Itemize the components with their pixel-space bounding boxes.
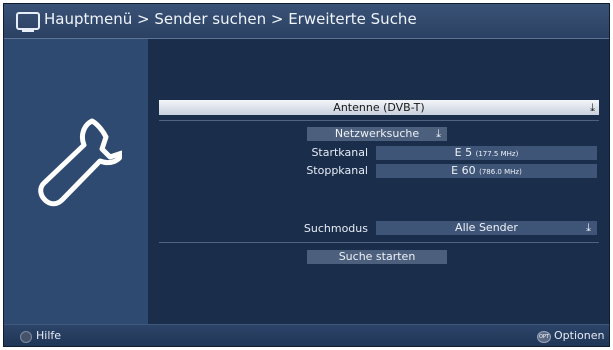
tv-screen: Hauptmenü > Sender suchen > Erweiterte S…: [3, 3, 610, 347]
start-channel-label: Startkanal: [311, 146, 368, 159]
tv-icon: [16, 12, 40, 32]
source-select[interactable]: Antenne (DVB-T) ⤓: [159, 100, 599, 115]
search-mode-select[interactable]: Alle Sender ⤓: [376, 221, 597, 235]
help-label[interactable]: Hilfe: [36, 329, 61, 342]
breadcrumb: Hauptmenü > Sender suchen > Erweiterte S…: [44, 10, 417, 28]
search-mode-value: Alle Sender: [455, 221, 518, 234]
options-label[interactable]: Optionen: [554, 329, 604, 342]
options-key-icon[interactable]: OPT: [537, 331, 551, 343]
stop-channel-label: Stoppkanal: [306, 164, 368, 177]
start-channel-value: E 5: [454, 146, 473, 159]
wrench-icon: [38, 118, 122, 207]
download-arrow-icon: ⤓: [436, 127, 441, 140]
source-select-label: Antenne (DVB-T): [333, 101, 425, 114]
download-arrow-icon: ⤓: [586, 221, 591, 234]
search-mode-label: Suchmodus: [303, 222, 368, 235]
network-search-select[interactable]: Netzwerksuche ⤓: [307, 127, 447, 141]
footer-bar: Hilfe OPT Optionen: [4, 324, 609, 346]
divider: [159, 120, 599, 121]
stop-channel-field[interactable]: E 60 (786.0 MHz): [376, 164, 597, 178]
help-key-icon[interactable]: [20, 331, 32, 343]
start-search-button[interactable]: Suche starten: [307, 250, 447, 264]
network-search-label: Netzwerksuche: [334, 127, 420, 140]
divider: [159, 242, 599, 243]
download-arrow-icon: ⤓: [590, 101, 595, 114]
start-channel-field[interactable]: E 5 (177.5 MHz): [376, 146, 597, 160]
stop-channel-frequency: (786.0 MHz): [479, 168, 522, 176]
search-form: Antenne (DVB-T) ⤓ Netzwerksuche ⤓ Startk…: [148, 39, 609, 324]
sidebar: [4, 39, 148, 324]
start-channel-frequency: (177.5 MHz): [475, 150, 519, 158]
header-bar: Hauptmenü > Sender suchen > Erweiterte S…: [4, 4, 609, 39]
stop-channel-value: E 60: [451, 164, 476, 177]
